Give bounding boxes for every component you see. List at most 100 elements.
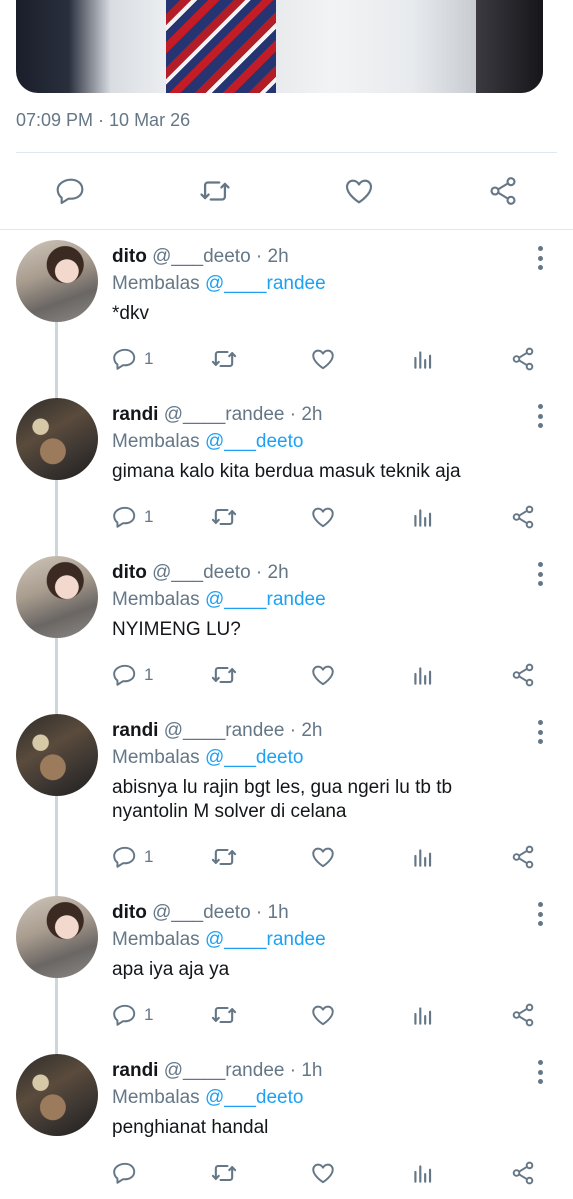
share-button[interactable] (510, 1000, 536, 1030)
share-button[interactable] (510, 344, 536, 374)
like-icon (312, 507, 334, 528)
share-icon (512, 1003, 534, 1027)
share-icon (512, 663, 534, 687)
avatar[interactable] (16, 1054, 98, 1136)
analytics-icon (414, 1007, 432, 1025)
reply-text: gimana kalo kita berdua masuk teknik aja (112, 461, 461, 482)
retweet-icon (211, 508, 237, 526)
thread-line (55, 978, 58, 1058)
avatar[interactable] (16, 714, 98, 796)
avatar[interactable] (16, 556, 98, 638)
replying-to-mention[interactable]: @___deeto (205, 431, 304, 452)
more-options-icon[interactable] (532, 404, 548, 428)
thread-line (55, 638, 58, 720)
reply-author-handle[interactable]: @___deeto (152, 562, 251, 583)
analytics-icon (414, 667, 432, 685)
reply-count: 1 (144, 1005, 154, 1024)
avatar[interactable] (16, 240, 98, 322)
retweet-button[interactable] (210, 502, 238, 532)
retweet-button[interactable] (210, 1000, 238, 1030)
replying-to-mention[interactable]: @___deeto (205, 747, 304, 768)
reply-button[interactable] (112, 1158, 144, 1188)
share-button[interactable] (510, 502, 536, 532)
reply-time: 1h (301, 1060, 323, 1081)
avatar[interactable] (16, 896, 98, 978)
more-options-icon[interactable] (532, 902, 548, 926)
analytics-button[interactable] (410, 1000, 436, 1030)
replying-label: Membalas (112, 747, 200, 768)
reply-button[interactable]: 1 (112, 502, 153, 532)
reply-text: *dkv (112, 303, 149, 324)
reply-button[interactable]: 1 (112, 344, 153, 374)
replying-to-mention[interactable]: @____randee (205, 589, 326, 610)
retweet-button[interactable] (210, 344, 238, 374)
replying-to-mention[interactable]: @____randee (205, 273, 326, 294)
reply-button[interactable]: 1 (112, 842, 153, 872)
share-button[interactable] (510, 1158, 536, 1188)
reply-author-name[interactable]: dito (112, 902, 147, 923)
more-options-icon[interactable] (532, 720, 548, 744)
reply-text: penghianat handal (112, 1117, 269, 1138)
analytics-button[interactable] (410, 344, 436, 374)
share-button[interactable] (510, 842, 536, 872)
analytics-button[interactable] (410, 1158, 436, 1188)
replying-to-mention[interactable]: @___deeto (205, 1087, 304, 1108)
reply-text: apa iya aja ya (112, 959, 230, 980)
like-icon (312, 1163, 334, 1184)
tweet-photo[interactable] (16, 0, 543, 93)
reply-author-name[interactable]: randi (112, 1060, 158, 1081)
reply-button[interactable]: 1 (112, 660, 153, 690)
retweet-icon[interactable] (198, 174, 232, 208)
avatar[interactable] (16, 398, 98, 480)
like-button[interactable] (310, 344, 336, 374)
reply-icon (113, 1162, 136, 1184)
more-options-icon[interactable] (532, 1060, 548, 1084)
reply-action-bar (112, 1158, 552, 1188)
reply-time: 2h (267, 246, 289, 267)
replying-to-mention[interactable]: @____randee (205, 929, 326, 950)
reply-button[interactable]: 1 (112, 1000, 153, 1030)
replying-label: Membalas (112, 589, 200, 610)
retweet-button[interactable] (210, 842, 238, 872)
reply-author-name[interactable]: randi (112, 720, 158, 741)
retweet-icon (211, 848, 237, 866)
replying-label: Membalas (112, 1087, 200, 1108)
like-button[interactable] (310, 660, 336, 690)
reply-text: NYIMENG LU? (112, 619, 241, 640)
reply-author-handle[interactable]: @___deeto (152, 902, 251, 923)
retweet-button[interactable] (210, 1158, 238, 1188)
like-button[interactable] (310, 502, 336, 532)
more-options-icon[interactable] (532, 246, 548, 270)
reply-author-name[interactable]: dito (112, 562, 147, 583)
like-icon (312, 1005, 334, 1026)
like-button[interactable] (310, 842, 336, 872)
reply-action-bar: 1 (112, 842, 552, 872)
reply-author-handle[interactable]: @____randee (164, 1060, 285, 1081)
share-icon (512, 347, 534, 371)
reply-time: 1h (267, 902, 289, 923)
reply-action-bar: 1 (112, 344, 552, 374)
reply-icon (113, 506, 136, 528)
like-icon[interactable] (342, 174, 376, 208)
reply-author-handle[interactable]: @___deeto (152, 246, 251, 267)
retweet-button[interactable] (210, 660, 238, 690)
thread-line (55, 322, 58, 404)
reply-author-name[interactable]: dito (112, 246, 147, 267)
more-options-icon[interactable] (532, 562, 548, 586)
analytics-button[interactable] (410, 660, 436, 690)
share-icon[interactable] (486, 174, 520, 208)
analytics-button[interactable] (410, 502, 436, 532)
reply-count: 1 (144, 349, 154, 368)
reply-icon (113, 1004, 136, 1026)
reply-author-handle[interactable]: @____randee (164, 720, 285, 741)
reply-author-name[interactable]: randi (112, 404, 158, 425)
share-icon (512, 1161, 534, 1185)
like-icon (312, 665, 334, 686)
analytics-button[interactable] (410, 842, 436, 872)
like-button[interactable] (310, 1158, 336, 1188)
reply-author-handle[interactable]: @____randee (164, 404, 285, 425)
reply-action-bar: 1 (112, 1000, 552, 1030)
reply-icon[interactable] (54, 174, 88, 208)
like-button[interactable] (310, 1000, 336, 1030)
share-button[interactable] (510, 660, 536, 690)
